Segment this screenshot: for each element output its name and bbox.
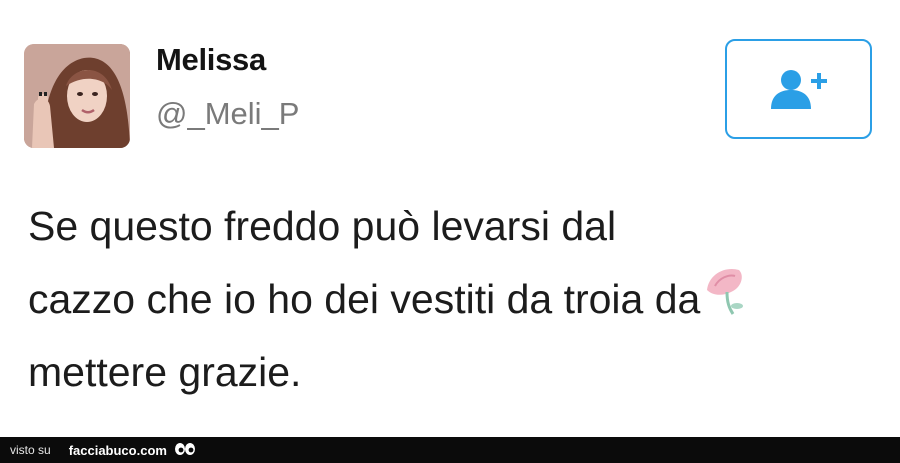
watermark-brand[interactable]: facciabuco.com — [69, 443, 167, 458]
eyes-logo-icon — [174, 442, 196, 458]
avatar-photo — [24, 44, 130, 148]
avatar[interactable] — [24, 44, 130, 148]
flower-sticker-icon — [707, 268, 743, 315]
tweet-text-line: cazzo che io ho dei vestiti da troia da — [28, 276, 701, 322]
watermark-prefix: visto su — [10, 443, 51, 457]
tweet-text-line: Se questo freddo può levarsi dal — [28, 203, 617, 249]
follow-user-icon — [770, 70, 827, 109]
tweet-text-line: mettere grazie. — [28, 349, 302, 395]
user-handle[interactable]: @_Meli_P — [156, 96, 299, 132]
display-name[interactable]: Melissa — [156, 42, 266, 78]
tweet-text: Se questo freddo può levarsi dal cazzo c… — [28, 190, 878, 409]
watermark-bar: visto su facciabuco.com — [0, 437, 900, 463]
follow-button[interactable] — [725, 39, 872, 139]
